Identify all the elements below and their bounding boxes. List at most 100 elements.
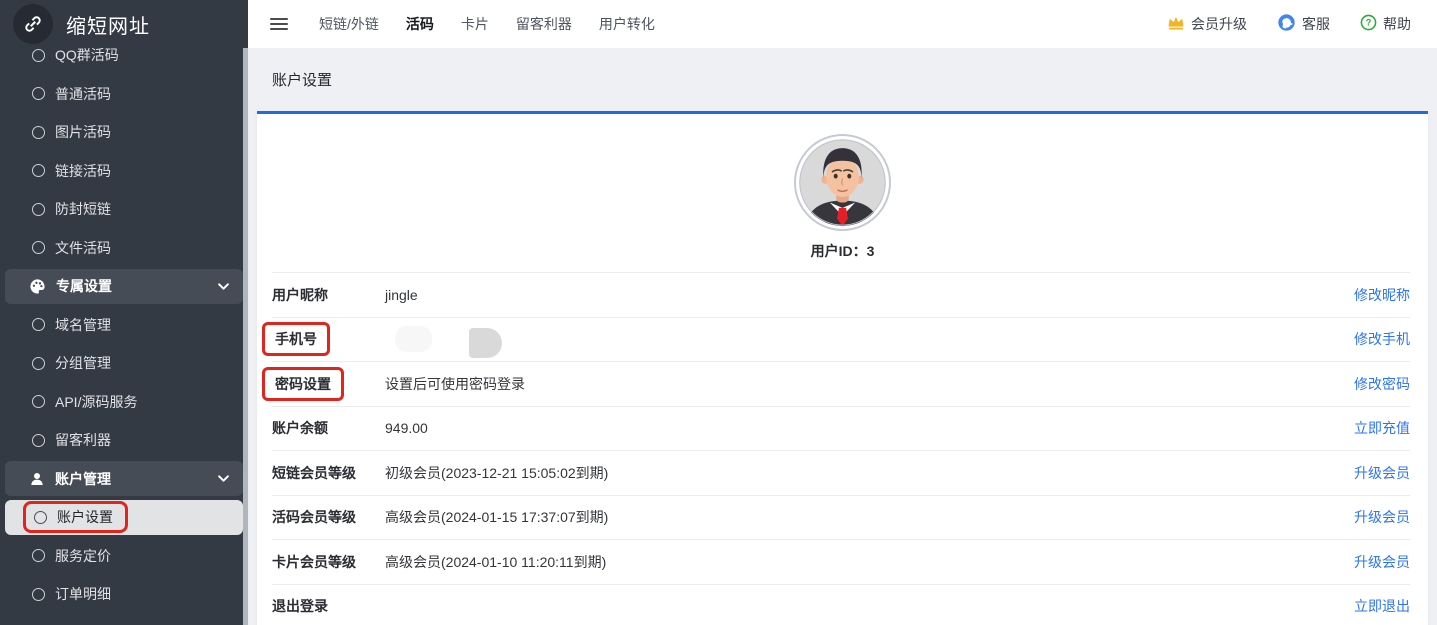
sidebar-item-anti-block-short-link[interactable]: 防封短链	[0, 190, 248, 229]
tab-user-conversion[interactable]: 用户转化	[599, 14, 655, 34]
sidebar-menu: QQ群活码 普通活码 图片活码 链接活码 防封短链 文件活码	[0, 36, 248, 614]
tab-card[interactable]: 卡片	[461, 14, 489, 34]
row-label: 账户余额	[272, 418, 385, 438]
sidebar-item-api-source-service[interactable]: API/源码服务	[0, 383, 248, 422]
sidebar-group-label: 专属设置	[56, 276, 112, 296]
circle-icon	[32, 164, 45, 177]
circle-icon	[34, 511, 47, 524]
sidebar-item-label: 文件活码	[55, 238, 111, 258]
circle-icon	[32, 126, 45, 139]
edit-phone-link[interactable]: 修改手机	[1354, 329, 1410, 349]
row-label: 手机号	[272, 322, 385, 356]
row-shortlink-member-level: 短链会员等级 初级会员(2023-12-21 15:05:02到期) 升级会员	[272, 451, 1410, 496]
row-label: 活码会员等级	[272, 507, 385, 527]
upgrade-shortlink-member-link[interactable]: 升级会员	[1354, 463, 1410, 483]
sidebar-item-link-live-code[interactable]: 链接活码	[0, 152, 248, 191]
sidebar-item-label: 账户设置	[57, 507, 113, 527]
circle-icon	[32, 241, 45, 254]
circle-icon	[32, 87, 45, 100]
sidebar-item-order-details[interactable]: 订单明细	[0, 575, 248, 614]
tab-live-code[interactable]: 活码	[406, 14, 434, 34]
app-window: QQ群活码 普通活码 图片活码 链接活码 防封短链 文件活码	[0, 0, 1437, 625]
row-value: jingle	[385, 287, 1354, 303]
sidebar-item-label: 普通活码	[55, 84, 111, 104]
sidebar-item-normal-live-code[interactable]: 普通活码	[0, 75, 248, 114]
row-card-member-level: 卡片会员等级 高级会员(2024-01-10 11:20:11到期) 升级会员	[272, 540, 1410, 585]
hamburger-menu-icon[interactable]	[270, 15, 288, 33]
sidebar-item-service-pricing[interactable]: 服务定价	[0, 537, 248, 576]
logout-link[interactable]: 立即退出	[1354, 596, 1410, 616]
circle-icon	[32, 49, 45, 62]
sidebar-item-label: 防封短链	[55, 199, 111, 219]
headset-icon	[1277, 13, 1296, 35]
row-balance: 账户余额 949.00 立即充值	[272, 407, 1410, 452]
circle-icon	[32, 203, 45, 216]
sidebar-logo: 缩短网址	[0, 0, 248, 48]
help-label: 帮助	[1383, 14, 1411, 34]
sidebar-group-account-management[interactable]: 账户管理	[0, 460, 248, 499]
tab-retention-tool[interactable]: 留客利器	[516, 14, 572, 34]
row-value: 高级会员(2024-01-15 17:37:07到期)	[385, 507, 1354, 527]
sidebar-item-group-management[interactable]: 分组管理	[0, 344, 248, 383]
row-value: 初级会员(2023-12-21 15:05:02到期)	[385, 463, 1354, 483]
redacted-block	[469, 328, 502, 358]
row-label-text: 手机号	[275, 331, 317, 347]
avatar[interactable]	[794, 134, 891, 231]
annotation-box: 密码设置	[262, 367, 344, 401]
sidebar-item-label: 链接活码	[55, 161, 111, 181]
sidebar-group-label: 账户管理	[55, 469, 111, 489]
sidebar-item-domain-management[interactable]: 域名管理	[0, 306, 248, 345]
redacted-block	[395, 326, 432, 352]
sidebar-item-label: 图片活码	[55, 122, 111, 142]
row-logout: 退出登录 立即退出	[272, 585, 1410, 625]
customer-service-button[interactable]: 客服	[1277, 13, 1330, 35]
circle-icon	[32, 549, 45, 562]
circle-icon	[32, 395, 45, 408]
customer-service-label: 客服	[1302, 14, 1330, 34]
sidebar-scrollbar[interactable]	[243, 48, 248, 625]
edit-password-link[interactable]: 修改密码	[1354, 374, 1410, 394]
sidebar-item-image-live-code[interactable]: 图片活码	[0, 113, 248, 152]
sidebar-item-account-settings[interactable]: 账户设置	[0, 498, 248, 537]
circle-icon	[32, 588, 45, 601]
sidebar-item-label: API/源码服务	[55, 392, 137, 412]
row-password: 密码设置 设置后可使用密码登录 修改密码	[272, 362, 1410, 407]
row-value: 高级会员(2024-01-10 11:20:11到期)	[385, 552, 1354, 572]
sidebar-group-exclusive-settings[interactable]: 专属设置	[0, 267, 248, 306]
row-label: 卡片会员等级	[272, 552, 385, 572]
row-label-text: 密码设置	[275, 376, 331, 392]
redacted-phone-value	[385, 324, 1354, 354]
edit-nickname-link[interactable]: 修改昵称	[1354, 285, 1410, 305]
row-value: 949.00	[385, 420, 1354, 436]
member-upgrade-label: 会员升级	[1191, 14, 1247, 34]
chevron-down-icon	[218, 283, 229, 290]
row-label: 用户昵称	[272, 285, 385, 305]
help-button[interactable]: ? 帮助	[1360, 14, 1411, 34]
recharge-link[interactable]: 立即充值	[1354, 418, 1410, 438]
upgrade-livecode-member-link[interactable]: 升级会员	[1354, 507, 1410, 527]
annotation-box: 账户设置	[23, 501, 128, 533]
page-header: 账户设置	[248, 48, 1437, 111]
chevron-down-icon	[218, 475, 229, 482]
top-nav: 短链/外链 活码 卡片 留客利器 用户转化	[319, 14, 655, 34]
topbar-right: 会员升级 客服 ? 帮助	[1167, 13, 1411, 35]
palette-icon	[29, 278, 46, 295]
sidebar-item-customer-retention[interactable]: 留客利器	[0, 421, 248, 460]
sidebar-item-label: 留客利器	[55, 430, 111, 450]
tab-short-link[interactable]: 短链/外链	[319, 14, 379, 34]
sidebar-item-label: 订单明细	[55, 584, 111, 604]
circle-icon	[32, 318, 45, 331]
circle-icon	[32, 434, 45, 447]
sidebar-item-label: QQ群活码	[55, 45, 119, 65]
circle-icon	[32, 357, 45, 370]
crown-icon	[1167, 14, 1185, 34]
row-nickname: 用户昵称 jingle 修改昵称	[272, 273, 1410, 318]
upgrade-card-member-link[interactable]: 升级会员	[1354, 552, 1410, 572]
settings-table: 用户昵称 jingle 修改昵称 手机号 修改手机	[272, 272, 1410, 625]
sidebar-item-file-live-code[interactable]: 文件活码	[0, 229, 248, 268]
row-label: 密码设置	[272, 367, 385, 401]
member-upgrade-button[interactable]: 会员升级	[1167, 14, 1247, 34]
sidebar-item-label: 分组管理	[55, 353, 111, 373]
user-icon	[29, 471, 45, 487]
user-id: 用户ID：3	[257, 241, 1428, 261]
